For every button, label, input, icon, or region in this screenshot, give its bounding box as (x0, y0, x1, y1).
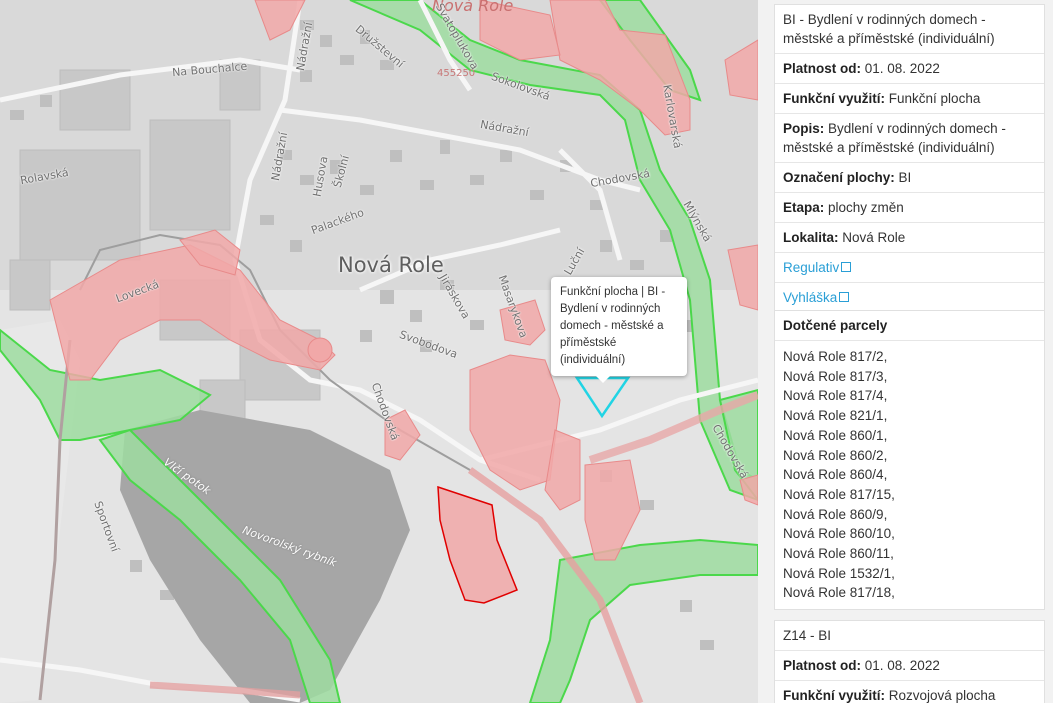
parcel-list: Nová Role 817/2, Nová Role 817/3, Nová Rol… (775, 341, 1044, 609)
locality-row: Lokalita: Nová Role (775, 223, 1044, 253)
parcel-item: Nová Role 1532/1, (783, 565, 895, 581)
regulativ-link[interactable]: Regulativ (783, 260, 839, 275)
field-label: Lokalita: (783, 230, 839, 245)
function-row-2: Funkční využití: Rozvojová plocha (775, 681, 1044, 703)
parcel-item: Nová Role 821/1, (783, 408, 888, 424)
field-value: Rozvojová plocha (888, 688, 996, 703)
stage-row: Etapa: plochy změn (775, 193, 1044, 223)
parcel-item: Nová Role 860/9, (783, 506, 888, 522)
field-label: Platnost od: (783, 61, 861, 76)
field-value: 01. 08. 2022 (864, 658, 940, 673)
zone-card-2: Z14 - BI Platnost od: 01. 08. 2022 Funkč… (774, 620, 1045, 703)
field-label: Etapa: (783, 200, 825, 215)
zone-card: BI - Bydlení v rodinných domech - městsk… (774, 4, 1045, 313)
vyhlaska-link[interactable]: Vyhláška (783, 290, 837, 305)
parcels-title: Dotčené parcely (775, 311, 1044, 341)
parcel-item: Nová Role 817/3, (783, 368, 888, 384)
zone-title-2: Z14 - BI (775, 621, 1044, 651)
field-label: Funkční využití: (783, 91, 886, 106)
map-view[interactable]: Nová Role Nová Role 455250 Novorolský ry… (0, 0, 758, 703)
parcel-item: Nová Role 817/4, (783, 388, 888, 404)
validity-row-2: Platnost od: 01. 08. 2022 (775, 651, 1044, 681)
field-value: BI (898, 170, 912, 185)
external-link-icon (841, 262, 852, 272)
field-label: Funkční využití: (783, 688, 886, 703)
external-link-icon (839, 292, 850, 302)
field-label: Platnost od: (783, 658, 861, 673)
parcel-item: Nová Role 860/2, (783, 447, 888, 463)
function-row: Funkční využití: Funkční plocha (775, 84, 1044, 114)
field-value: 01. 08. 2022 (864, 61, 940, 76)
parcel-item: Nová Role 860/4, (783, 467, 888, 483)
map-tooltip: Funkční plocha | BI - Bydlení v rodinnýc… (551, 277, 687, 383)
parcels-heading: Dotčené parcely (783, 318, 888, 333)
regulativ-row: Regulativ (775, 253, 1044, 283)
parcels-card: Dotčené parcely Nová Role 817/2, Nová Rol… (774, 310, 1045, 611)
parcel-item: Nová Role 817/2, (783, 349, 888, 364)
description-row: Popis: Bydlení v rodinných domech - měst… (775, 114, 1044, 163)
field-label: Popis: (783, 121, 825, 136)
vyhlaska-row: Vyhláška (775, 283, 1044, 312)
field-value: plochy změn (828, 200, 904, 215)
field-value: Funkční plocha (888, 91, 981, 106)
info-panel[interactable]: BI - Bydlení v rodinných domech - městsk… (758, 0, 1053, 703)
parcel-item: Nová Role 860/11, (783, 546, 894, 562)
designation-row: Označení plochy: BI (775, 163, 1044, 193)
validity-row: Platnost od: 01. 08. 2022 (775, 54, 1044, 84)
parcel-item: Nová Role 817/15, (783, 486, 895, 502)
field-value: Nová Role (842, 230, 906, 245)
field-label: Označení plochy: (783, 170, 895, 185)
parcel-item: Nová Role 860/10, (783, 526, 895, 542)
zone-title: BI - Bydlení v rodinných domech - městsk… (775, 5, 1044, 54)
parcel-item: Nová Role 860/1, (783, 427, 888, 443)
parcel-item: Nová Role 817/18, (783, 585, 895, 601)
town-label: Nová Role (338, 253, 444, 277)
